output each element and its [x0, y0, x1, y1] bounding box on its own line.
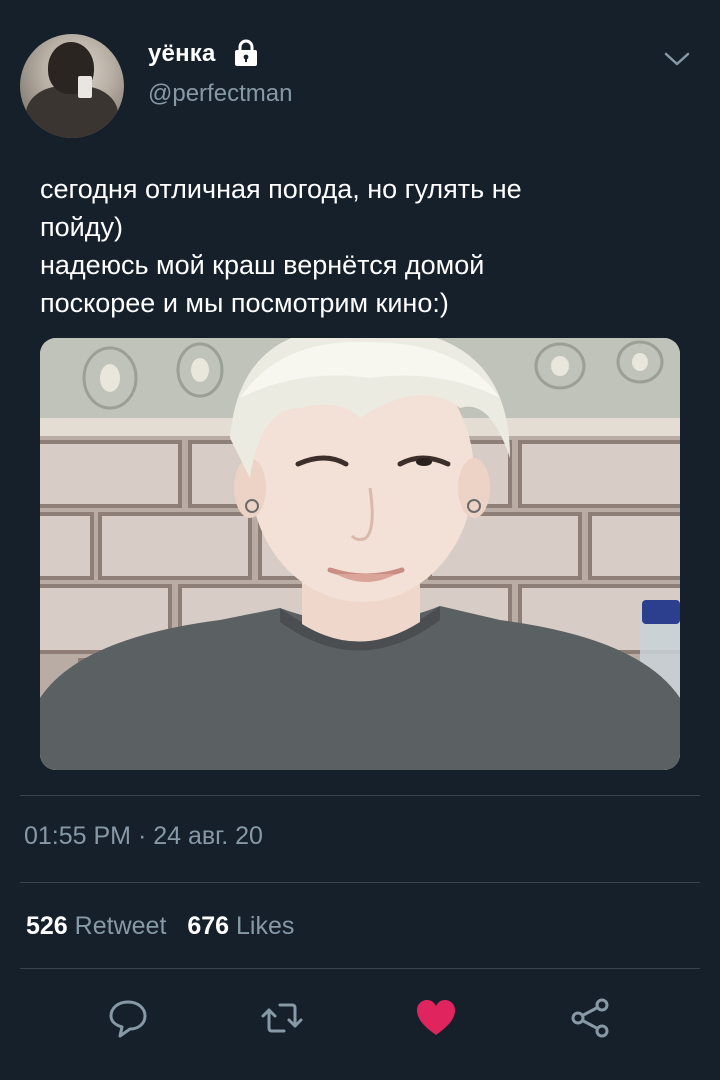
chevron-down-icon[interactable]: [662, 48, 692, 70]
tweet-text-line: поскорее и мы посмотрим кино:): [40, 288, 449, 318]
tweet-timestamp[interactable]: 01:55 PM · 24 авг. 20: [24, 822, 263, 851]
divider: [20, 795, 700, 796]
avatar[interactable]: [20, 34, 124, 138]
heart-icon[interactable]: [414, 996, 458, 1040]
photo-illustration: [40, 338, 680, 770]
tweet-photo[interactable]: [40, 338, 680, 770]
display-name[interactable]: уёнка: [148, 40, 216, 68]
retweet-count[interactable]: 526: [26, 912, 68, 940]
avatar-phone: [78, 76, 92, 98]
tweet-detail: уёнка @perfectman сегодня отличная погод…: [0, 0, 720, 1080]
divider: [20, 968, 700, 969]
tweet-text-line: сегодня отличная погода, но гулять не: [40, 174, 522, 204]
retweet-label[interactable]: Retweet: [75, 912, 167, 940]
share-icon[interactable]: [568, 996, 612, 1040]
tweet-text: сегодня отличная погода, но гулять не по…: [40, 170, 680, 322]
user-handle[interactable]: @perfectman: [148, 80, 292, 108]
likes-label[interactable]: Likes: [236, 912, 294, 940]
retweet-icon[interactable]: [260, 996, 304, 1040]
like-count[interactable]: 676: [187, 912, 229, 940]
tweet-text-line: пойду): [40, 212, 123, 242]
comment-icon[interactable]: [106, 996, 150, 1040]
tweet-text-line: надеюсь мой краш вернётся домой: [40, 250, 485, 280]
lock-icon: [235, 39, 257, 66]
divider: [20, 882, 700, 883]
tweet-stats: 526 Retweet 676 Likes: [26, 912, 294, 941]
